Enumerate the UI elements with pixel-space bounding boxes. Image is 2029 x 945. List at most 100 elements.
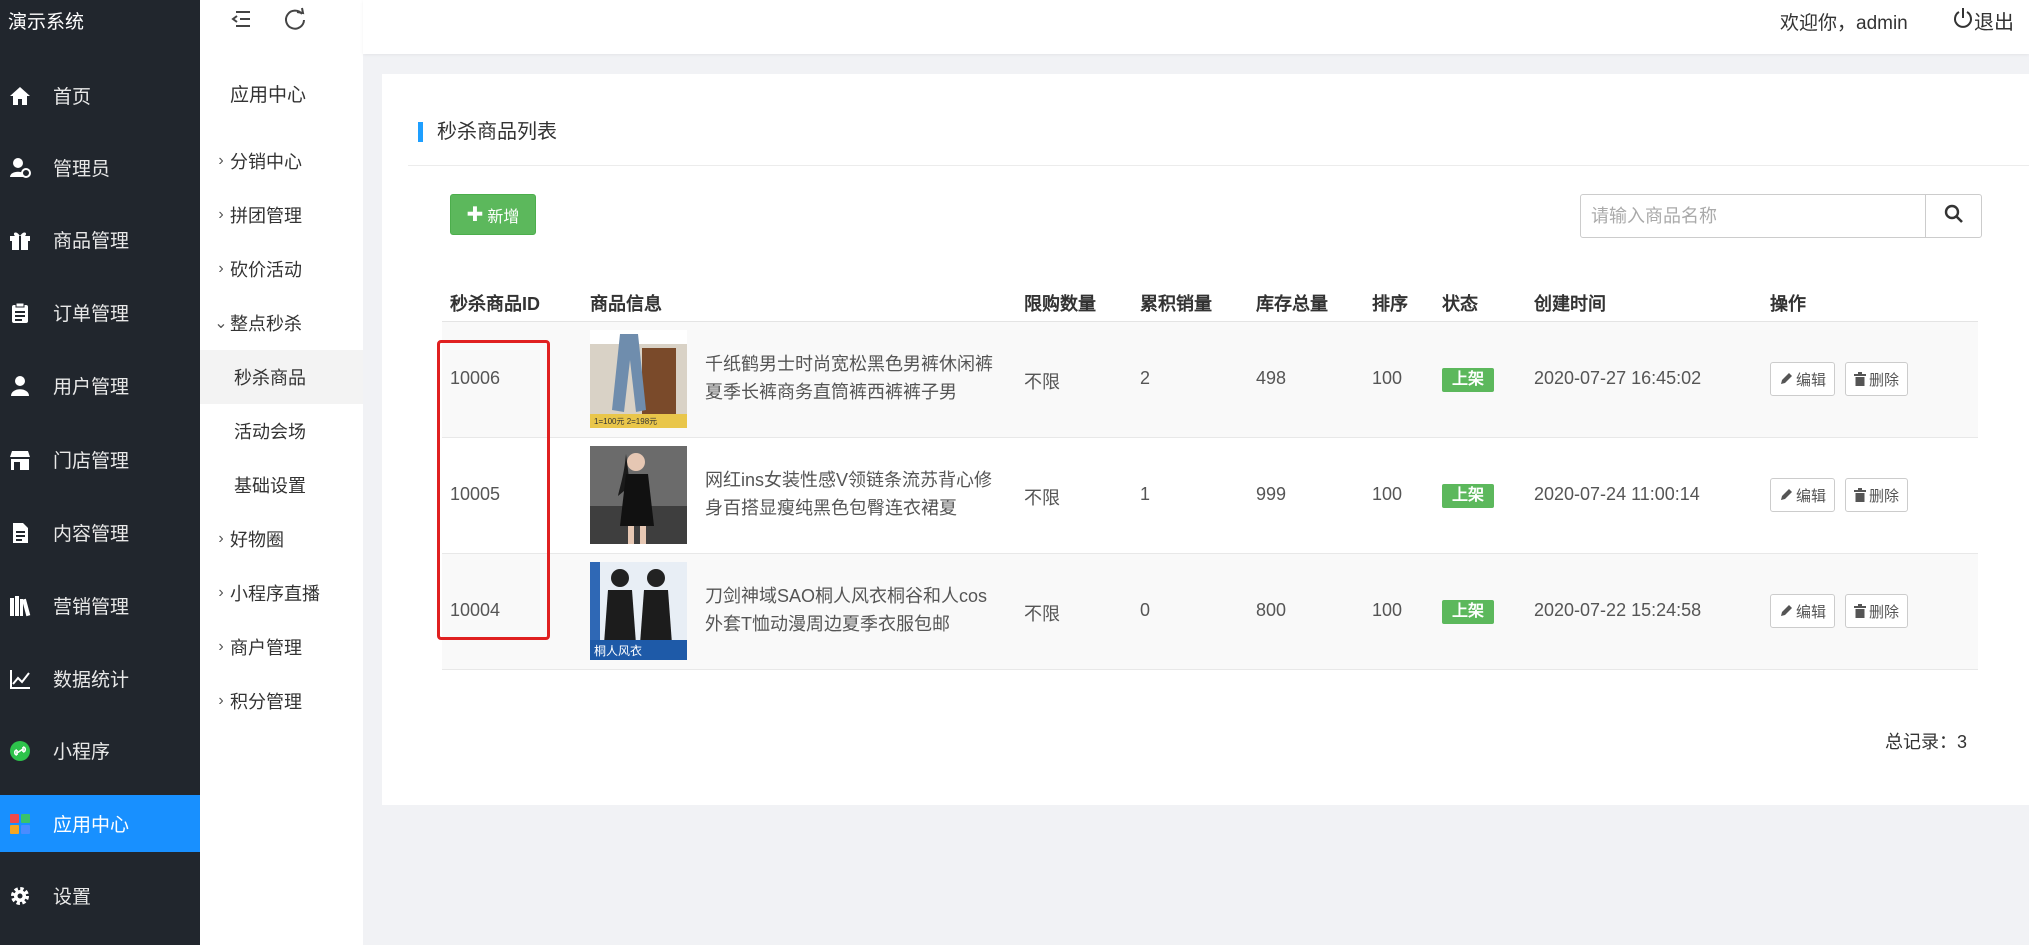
table-row: 10004 桐人风衣 刀剑神域SAO桐人风衣桐谷和人cos外套T恤动漫周边夏季衣… [442,554,1978,670]
chevron-right-icon: › [218,584,224,601]
sidebar-item-settings[interactable]: 设置 [0,867,200,924]
sidebar-item-home[interactable]: 首页 [0,67,200,124]
sidebar-item-label: 管理员 [53,159,111,180]
delete-label: 删除 [1869,371,1900,389]
edit-button[interactable]: 编辑 [1770,478,1836,512]
add-button-label: 新增 [487,208,520,226]
pencil-icon [1781,605,1792,616]
delete-button[interactable]: 删除 [1845,362,1909,396]
subnav-item-label: 分销中心 [230,152,302,172]
created-time: 2020-07-22 15:24:58 [1534,600,1702,620]
product-image: 1=100元 2=198元 [590,330,687,428]
sidebar-item-label: 设置 [53,887,92,908]
collapse-menu-icon[interactable] [228,6,254,32]
chevron-right-icon: › [218,692,224,709]
sidebar-item-label: 商品管理 [53,231,130,252]
user-icon [9,375,31,397]
placeholder [362,6,388,32]
product-name[interactable]: 刀剑神域SAO桐人风衣桐谷和人cos外套T恤动漫周边夏季衣服包邮 [705,582,1005,638]
sidebar-item-stores[interactable]: 门店管理 [0,431,200,488]
edit-label: 编辑 [1796,487,1827,505]
edit-button[interactable]: 编辑 [1770,362,1836,396]
sidebar-item-label: 订单管理 [53,304,130,325]
edit-button[interactable]: 编辑 [1770,594,1836,628]
title-divider [408,165,2029,166]
subnav-item-distribution[interactable]: › 分销中心 [200,134,363,188]
sales-count: 1 [1140,484,1151,504]
sidebar-item-label: 数据统计 [53,670,130,691]
sales-count: 2 [1140,368,1151,388]
gear-icon [9,885,31,907]
created-time: 2020-07-27 16:45:02 [1534,368,1702,388]
sidebar-item-orders[interactable]: 订单管理 [0,284,200,341]
delete-label: 删除 [1869,603,1900,621]
goods-id: 10006 [450,368,501,388]
product-name[interactable]: 网红ins女装性感V领链条流苏背心修身百搭显瘦纯黑色包臀连衣裙夏 [705,466,1005,522]
status-badge: 上架 [1442,368,1495,392]
subnav-item-label: 小程序直播 [230,584,320,604]
trash-icon [1854,604,1866,618]
search-input[interactable] [1580,194,1926,238]
search-button[interactable] [1925,194,1982,238]
sidebar-item-label: 小程序 [53,742,111,763]
subnav-item-basic-settings[interactable]: 基础设置 [200,458,363,512]
sub-navigation: 应用中心 › 分销中心 › 拼团管理 › 砍价活动 ⌄ 整点秒杀 秒杀商品 活动… [200,0,363,945]
refresh-icon[interactable] [282,6,308,32]
chevron-right-icon: › [218,638,224,655]
subnav-item-merchant[interactable]: › 商户管理 [200,620,363,674]
sidebar-item-admin[interactable]: 管理员 [0,139,200,196]
delete-button[interactable]: 删除 [1845,478,1909,512]
trash-icon [1854,488,1866,502]
total-records: 总记录：3 [1884,732,1967,752]
subnav-item-live[interactable]: › 小程序直播 [200,566,363,620]
column-header: 操作 [1770,294,1806,314]
subnav-item-label: 积分管理 [230,692,302,712]
subnav-item-good-circle[interactable]: › 好物圈 [200,512,363,566]
edit-label: 编辑 [1796,371,1827,389]
subnav-item-label: 好物圈 [230,530,284,550]
subnav-item-label: 拼团管理 [230,206,302,226]
logout-button[interactable]: 退出 [1952,6,2014,35]
logout-label: 退出 [1974,12,2014,34]
product-image [590,446,687,544]
apps-icon [9,813,31,835]
sidebar-item-marketing[interactable]: 营销管理 [0,577,200,634]
chevron-down-icon: ⌄ [214,315,228,332]
subnav-item-flash-sale[interactable]: ⌄ 整点秒杀 [200,296,363,350]
subnav-item-venue[interactable]: 活动会场 [200,404,363,458]
pencil-icon [1781,373,1792,384]
chevron-right-icon: › [218,260,224,277]
store-icon [9,449,31,471]
sidebar-item-users[interactable]: 用户管理 [0,357,200,414]
sidebar-item-stats[interactable]: 数据统计 [0,650,200,707]
edit-label: 编辑 [1796,603,1827,621]
subnav-item-bargain[interactable]: › 砍价活动 [200,242,363,296]
document-icon [9,522,31,544]
pencil-icon [1781,489,1792,500]
books-icon [9,595,31,617]
subnav-item-points[interactable]: › 积分管理 [200,674,363,728]
home-icon [9,85,31,107]
subnav-item-group-buy[interactable]: › 拼团管理 [200,188,363,242]
sidebar-item-label: 用户管理 [53,377,130,398]
stock-total: 999 [1256,484,1287,504]
product-name[interactable]: 千纸鹤男士时尚宽松黑色男裤休闲裤夏季长裤商务直筒裤西裤裤子男 [705,350,1005,406]
subnav-item-flash-goods[interactable]: 秒杀商品 [200,350,363,404]
sidebar-item-mini-program[interactable]: 小程序 [0,722,200,779]
product-image-caption: 1=100元 2=198元 [594,417,658,426]
sidebar-item-label: 门店管理 [53,451,130,472]
column-header: 商品信息 [590,294,662,314]
sidebar-item-label: 应用中心 [53,815,130,836]
sidebar-item-app-center[interactable]: 应用中心 [0,795,200,852]
subnav-title: 应用中心 [230,85,307,106]
sidebar-item-content[interactable]: 内容管理 [0,504,200,561]
admin-user-icon [9,157,31,179]
delete-label: 删除 [1869,487,1900,505]
line-chart-icon [9,668,31,690]
plus-icon: ✚ [466,204,484,226]
sidebar-item-goods[interactable]: 商品管理 [0,211,200,268]
delete-button[interactable]: 删除 [1845,594,1909,628]
sort-order: 100 [1372,484,1403,504]
add-button[interactable]: ✚ 新增 [450,194,536,235]
sidebar-item-label: 内容管理 [53,524,130,545]
